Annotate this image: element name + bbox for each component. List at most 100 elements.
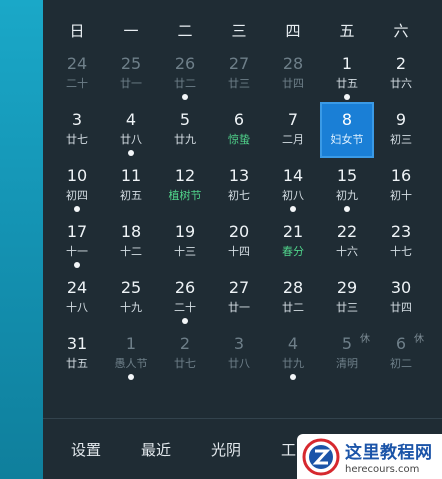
lunar-date: 十七 xyxy=(390,245,412,258)
event-dot-icon xyxy=(182,94,188,100)
calendar-day[interactable]: 4 廿八 xyxy=(104,102,158,158)
weekday-header-row: 日 一 二 三 四 五 六 xyxy=(43,20,442,46)
lunar-date: 初九 xyxy=(336,189,358,202)
day-number: 3 xyxy=(233,334,245,353)
lunar-date: 初二 xyxy=(390,357,412,370)
event-dot-icon xyxy=(74,206,80,212)
event-dot-icon xyxy=(290,206,296,212)
calendar-day[interactable]: 10 初四 xyxy=(50,158,104,214)
calendar-day[interactable]: 4 廿九 xyxy=(266,326,320,382)
lunar-date: 廿一 xyxy=(228,301,250,314)
calendar-day[interactable]: 1 廿五 xyxy=(320,46,374,102)
day-number: 27 xyxy=(228,54,250,73)
day-number: 27 xyxy=(228,278,250,297)
watermark-text: 这里教程网 herecours.com xyxy=(345,438,433,475)
day-number: 22 xyxy=(336,222,358,241)
lunar-date: 二十 xyxy=(174,301,196,314)
watermark-url: herecours.com xyxy=(345,464,420,475)
calendar-day[interactable]: 7 二月 xyxy=(266,102,320,158)
tools-button[interactable]: 工 xyxy=(281,439,296,460)
lunar-date: 十二 xyxy=(120,245,142,258)
lunar-date: 植树节 xyxy=(168,189,202,202)
calendar-day[interactable]: 11 初五 xyxy=(104,158,158,214)
day-number: 11 xyxy=(120,166,142,185)
calendar-day[interactable]: 13 初七 xyxy=(212,158,266,214)
weekday-wed: 三 xyxy=(231,22,247,40)
lunar-date: 初八 xyxy=(282,189,304,202)
lunar-date: 清明 xyxy=(336,357,358,370)
calendar-day[interactable]: 31 廿五 xyxy=(50,326,104,382)
lunar-date: 廿三 xyxy=(336,301,358,314)
day-number: 7 xyxy=(287,110,299,129)
time-button[interactable]: 光阴 xyxy=(211,439,241,460)
calendar-day[interactable]: 24 二十 xyxy=(50,46,104,102)
calendar-day[interactable]: 19 十三 xyxy=(158,214,212,270)
event-dot-icon xyxy=(128,374,134,380)
calendar-day[interactable]: 25 廿一 xyxy=(104,46,158,102)
day-number: 25 xyxy=(120,54,142,73)
calendar-day[interactable]: 25 十九 xyxy=(104,270,158,326)
lunar-date: 十八 xyxy=(66,301,88,314)
calendar-day[interactable]: 14 初八 xyxy=(266,158,320,214)
calendar-day[interactable]: 1 愚人节 xyxy=(104,326,158,382)
calendar-day[interactable]: 12 植树节 xyxy=(158,158,212,214)
settings-button[interactable]: 设置 xyxy=(71,439,101,460)
calendar-day[interactable]: 21 春分 xyxy=(266,214,320,270)
lunar-date: 廿二 xyxy=(174,77,196,90)
calendar-day[interactable]: 5 清明休 xyxy=(320,326,374,382)
day-number: 24 xyxy=(66,54,88,73)
calendar-day-selected[interactable]: 8 妇女节 xyxy=(320,102,374,158)
calendar-day[interactable]: 29 廿三 xyxy=(320,270,374,326)
lunar-date: 初五 xyxy=(120,189,142,202)
lunar-date: 初三 xyxy=(390,133,412,146)
calendar-day[interactable]: 17 十一 xyxy=(50,214,104,270)
calendar-day[interactable]: 26 二十 xyxy=(158,270,212,326)
calendar-day[interactable]: 6 初二休 xyxy=(374,326,428,382)
day-number: 2 xyxy=(179,334,191,353)
screen: 日 一 二 三 四 五 六 24 二十 25 廿一 26 廿二 27 廿三 28 廿四 1 廿五 2 廿六… xyxy=(0,0,442,479)
day-number: 16 xyxy=(390,166,412,185)
calendar-day[interactable]: 9 初三 xyxy=(374,102,428,158)
calendar-day[interactable]: 3 廿七 xyxy=(50,102,104,158)
holiday-rest-badge: 休 xyxy=(360,334,370,345)
day-number: 1 xyxy=(125,334,137,353)
day-number: 3 xyxy=(71,110,83,129)
calendar-day[interactable]: 22 十六 xyxy=(320,214,374,270)
weekday-sun: 日 xyxy=(69,22,85,40)
lunar-date: 十六 xyxy=(336,245,358,258)
calendar-day[interactable]: 2 廿六 xyxy=(374,46,428,102)
lunar-date: 十四 xyxy=(228,245,250,258)
calendar-day[interactable]: 3 廿八 xyxy=(212,326,266,382)
calendar-day[interactable]: 15 初九 xyxy=(320,158,374,214)
day-number: 4 xyxy=(287,334,299,353)
lunar-date: 春分 xyxy=(282,245,304,258)
lunar-date: 初十 xyxy=(390,189,412,202)
calendar-day[interactable]: 6 惊蛰 xyxy=(212,102,266,158)
calendar-day[interactable]: 27 廿一 xyxy=(212,270,266,326)
calendar-day[interactable]: 28 廿四 xyxy=(266,46,320,102)
calendar-day[interactable]: 23 十七 xyxy=(374,214,428,270)
calendar-day[interactable]: 2 廿七 xyxy=(158,326,212,382)
calendar-day[interactable]: 26 廿二 xyxy=(158,46,212,102)
calendar-day[interactable]: 20 十四 xyxy=(212,214,266,270)
recent-button[interactable]: 最近 xyxy=(141,439,171,460)
day-number: 12 xyxy=(174,166,196,185)
calendar-day[interactable]: 18 十二 xyxy=(104,214,158,270)
day-number: 4 xyxy=(125,110,137,129)
calendar-day[interactable]: 27 廿三 xyxy=(212,46,266,102)
lunar-date: 妇女节 xyxy=(330,133,364,146)
lunar-date: 廿四 xyxy=(282,77,304,90)
event-dot-icon xyxy=(344,206,350,212)
lunar-date: 廿九 xyxy=(174,133,196,146)
calendar-day[interactable]: 5 廿九 xyxy=(158,102,212,158)
lunar-date: 惊蛰 xyxy=(228,133,250,146)
calendar-day[interactable]: 30 廿四 xyxy=(374,270,428,326)
lunar-date: 十三 xyxy=(174,245,196,258)
day-number: 1 xyxy=(341,54,353,73)
calendar-day[interactable]: 24 十八 xyxy=(50,270,104,326)
lunar-date: 廿五 xyxy=(66,357,88,370)
weekday-tue: 二 xyxy=(177,22,193,40)
lunar-date: 初四 xyxy=(66,189,88,202)
calendar-day[interactable]: 28 廿二 xyxy=(266,270,320,326)
calendar-day[interactable]: 16 初十 xyxy=(374,158,428,214)
